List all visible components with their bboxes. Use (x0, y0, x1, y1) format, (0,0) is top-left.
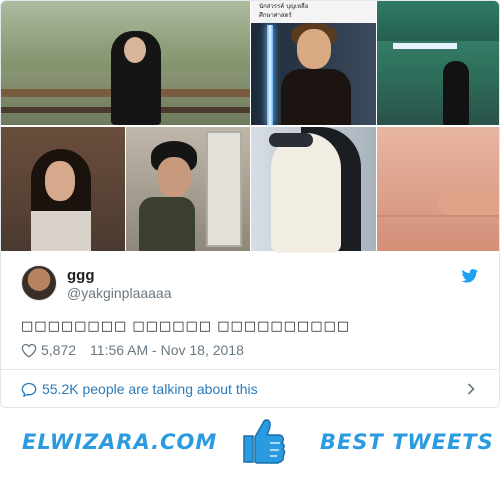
talking-link[interactable]: 55.2K people are talking about this (21, 381, 258, 397)
twitter-bird-icon[interactable] (461, 269, 479, 283)
caption-line-1: นักสวรรค์ บุญเหลือ (259, 3, 309, 10)
avatar[interactable] (21, 265, 57, 301)
woman-face (124, 37, 146, 63)
tweet-meta: 5,872 11:56 AM - Nov 18, 2018 (21, 342, 244, 358)
ceiling-light (393, 43, 457, 49)
chevron-right-icon[interactable] (467, 383, 475, 395)
tweet-text: □□□□□□□□ □□□□□□ □□□□□□□□□□ (21, 319, 351, 334)
jedi-face (297, 29, 331, 69)
best-tweets-label: BEST TWEETS (320, 430, 494, 454)
talking-label: 55.2K people are talking about this (42, 381, 258, 397)
like-count[interactable]: 5,872 (41, 342, 76, 358)
thumbs-up-icon (243, 419, 286, 464)
lightsaber (267, 25, 273, 125)
media-grid[interactable]: นักสวรรค์ บุญเหลือ ศึกษาศาสตร์ (1, 1, 499, 253)
user-handle[interactable]: @yakginplaaaaa (67, 285, 172, 301)
display-name[interactable]: ggg (67, 267, 95, 284)
jedi-robe (281, 69, 351, 125)
tweet-timestamp[interactable]: 11:56 AM - Nov 18, 2018 (90, 342, 244, 358)
thumb-finger (437, 193, 499, 215)
caption-line-2: ศึกษาศาสตร์ (259, 12, 292, 19)
tweet-card: นักสวรรค์ บุญเหลือ ศึกษาศาสตร์ ggg @yakg… (0, 0, 500, 408)
door (206, 131, 242, 247)
girl-face (45, 161, 75, 201)
heart-icon[interactable] (21, 343, 37, 358)
site-brand[interactable]: ELWIZARA.COM (22, 430, 217, 454)
penguin-beak (269, 133, 313, 147)
girl-top (31, 211, 91, 251)
boy-face (157, 157, 191, 197)
boy-shirt (139, 197, 195, 251)
girl-figure (443, 61, 469, 125)
penguin-belly (271, 133, 341, 253)
skin-fold (377, 215, 499, 217)
divider (1, 369, 499, 370)
speech-bubble-icon (21, 382, 37, 397)
photo-cheek-closeup[interactable] (377, 127, 499, 251)
pavilion-roof (377, 1, 499, 41)
